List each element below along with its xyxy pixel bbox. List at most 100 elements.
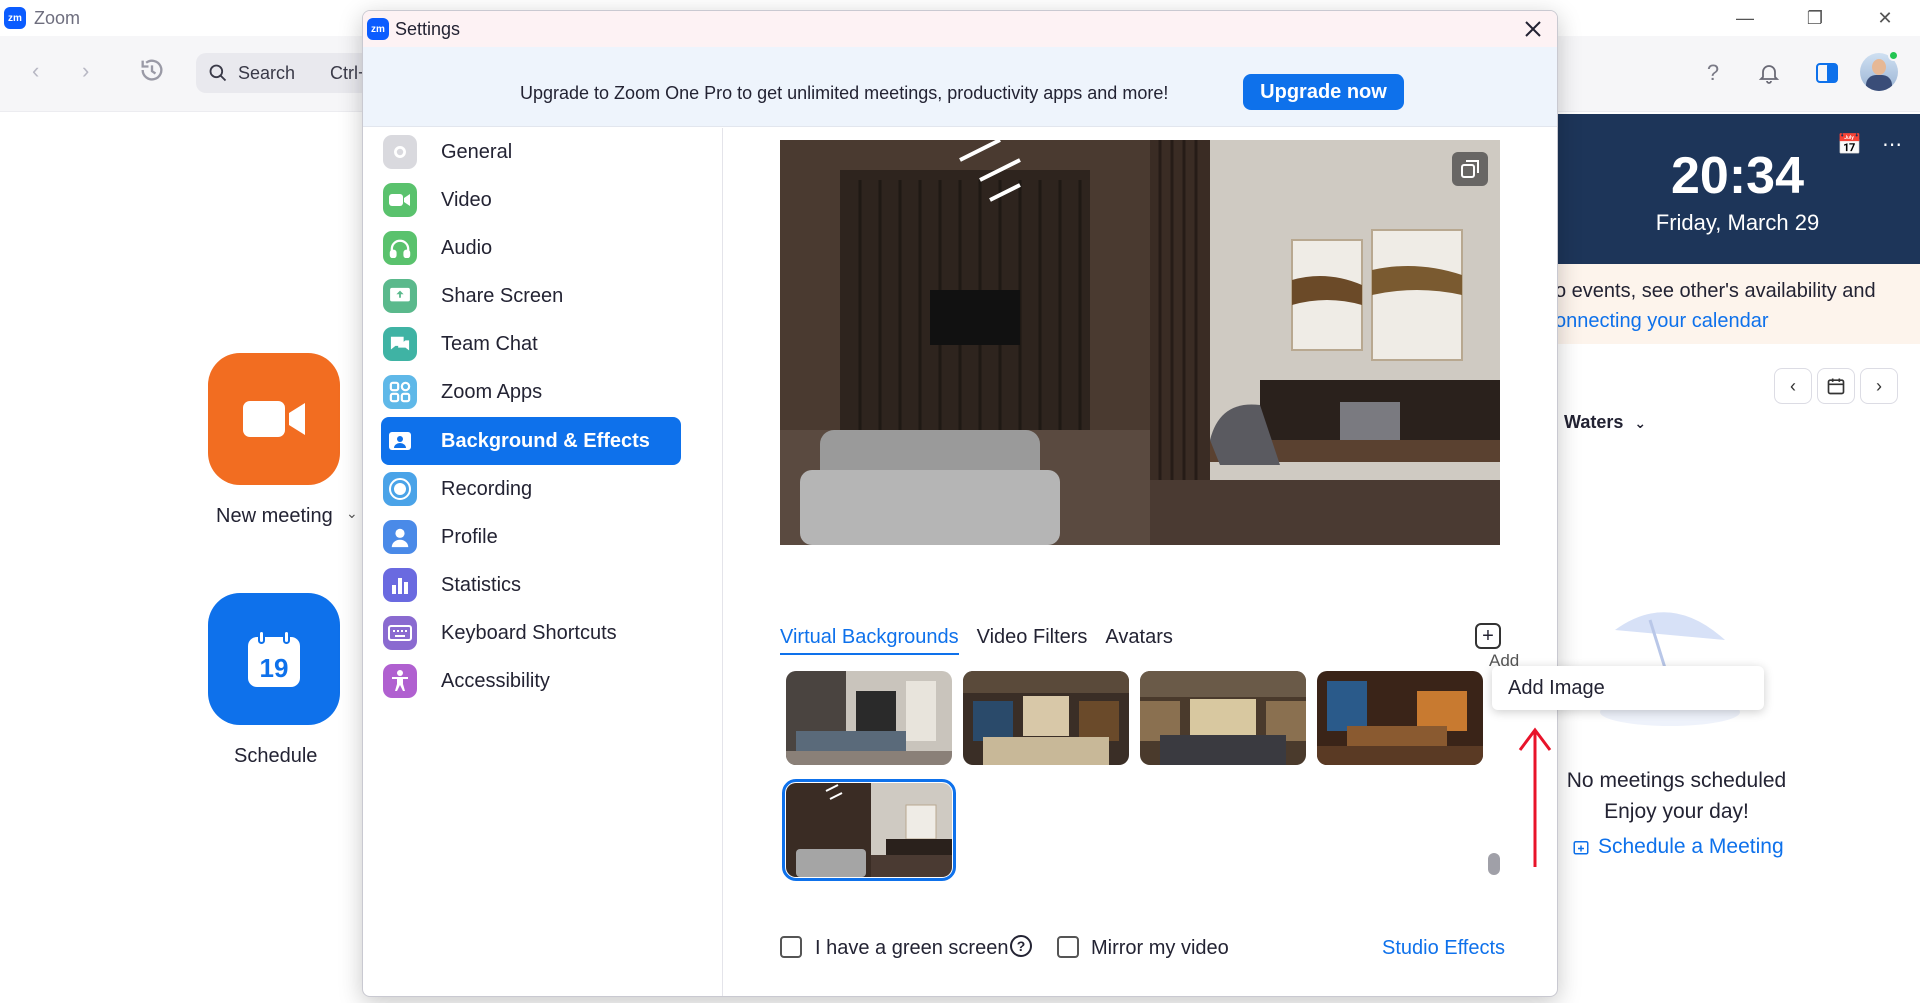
sidebar-item-label: Background & Effects bbox=[441, 429, 650, 452]
video-camera-icon bbox=[243, 401, 305, 437]
next-day-button[interactable]: › bbox=[1860, 368, 1898, 404]
tab-video-filters[interactable]: Video Filters bbox=[977, 626, 1088, 655]
zoom-logo-icon: zm bbox=[4, 7, 26, 29]
calendar-picker-button[interactable] bbox=[1817, 368, 1855, 404]
settings-titlebar: zm Settings bbox=[363, 11, 1557, 47]
settings-title: Settings bbox=[395, 18, 461, 39]
add-image-tooltip: Add Image bbox=[1485, 651, 1557, 667]
sidebar-item-label: Zoom Apps bbox=[441, 380, 543, 403]
room-preview-image bbox=[780, 140, 1500, 545]
add-image-menu-item[interactable]: Add Image bbox=[1508, 677, 1605, 700]
sidebar-item-label: Statistics bbox=[441, 573, 522, 596]
sidebar-item-background-effects[interactable]: Background & Effects bbox=[381, 417, 681, 465]
sidebar-item-audio[interactable]: Audio bbox=[381, 224, 681, 272]
profile-icon bbox=[383, 520, 417, 554]
green-screen-label: I have a green screen bbox=[815, 937, 1009, 959]
help-icon[interactable]: ? bbox=[1698, 58, 1728, 88]
record-icon bbox=[383, 472, 417, 506]
close-button[interactable]: ✕ bbox=[1850, 0, 1920, 36]
panel-toggle-icon[interactable] bbox=[1812, 58, 1842, 88]
sidebar-item-video[interactable]: Video bbox=[381, 176, 681, 224]
expand-preview-icon[interactable] bbox=[1452, 152, 1488, 186]
calendar-plus-icon bbox=[1573, 841, 1589, 855]
app-title: Zoom bbox=[34, 7, 81, 28]
beach-umbrella-icon bbox=[1600, 612, 1740, 726]
minimize-button[interactable]: — bbox=[1710, 0, 1780, 36]
green-screen-checkbox[interactable] bbox=[780, 936, 802, 958]
gear-icon bbox=[383, 135, 417, 169]
chat-icon bbox=[383, 327, 417, 361]
statistics-icon bbox=[383, 568, 417, 602]
calendar-user: Waters bbox=[1564, 412, 1624, 432]
add-image-menu: Add Image bbox=[1492, 666, 1764, 710]
mirror-video-checkbox[interactable] bbox=[1057, 936, 1079, 958]
apps-icon bbox=[383, 375, 417, 409]
add-image-button[interactable]: + bbox=[1475, 623, 1501, 649]
prev-day-button[interactable]: ‹ bbox=[1774, 368, 1812, 404]
sidebar-item-profile[interactable]: Profile bbox=[381, 513, 681, 561]
empty-title: No meetings scheduled bbox=[1566, 769, 1787, 792]
calendar-user-select[interactable]: Waters ⌄ bbox=[1564, 412, 1646, 433]
window-controls: — ❐ ✕ bbox=[1710, 0, 1920, 36]
background-thumbnail[interactable] bbox=[1317, 671, 1483, 765]
schedule-button[interactable]: 19 bbox=[208, 593, 340, 725]
background-tabs: Virtual Backgrounds Video Filters Avatar… bbox=[780, 626, 1173, 655]
tab-virtual-backgrounds[interactable]: Virtual Backgrounds bbox=[780, 626, 959, 655]
background-icon bbox=[383, 424, 417, 458]
new-meeting-button[interactable] bbox=[208, 353, 340, 485]
restore-button[interactable]: ❐ bbox=[1780, 0, 1850, 36]
upgrade-now-button[interactable]: Upgrade now bbox=[1243, 74, 1404, 110]
schedule-label: Schedule bbox=[234, 745, 318, 767]
clock-date: Friday, March 29 bbox=[1655, 210, 1820, 235]
sidebar-item-statistics[interactable]: Statistics bbox=[381, 561, 681, 609]
background-thumbnail[interactable] bbox=[1140, 671, 1306, 765]
accessibility-icon bbox=[383, 664, 417, 698]
mirror-video-label: Mirror my video bbox=[1091, 937, 1229, 959]
notice-text: o events, see other's availability and bbox=[1555, 280, 1876, 302]
history-icon[interactable] bbox=[138, 56, 166, 84]
background-thumbnail-selected[interactable] bbox=[782, 779, 956, 881]
connect-calendar-link[interactable]: onnecting your calendar bbox=[1555, 306, 1920, 336]
new-meeting-label: New meeting bbox=[216, 505, 333, 527]
sidebar-item-label: Recording bbox=[441, 477, 533, 500]
background-thumbnail[interactable] bbox=[786, 671, 952, 765]
headphones-icon bbox=[383, 231, 417, 265]
chevron-down-icon[interactable]: ⌄ bbox=[346, 505, 358, 522]
chevron-down-icon: ⌄ bbox=[1634, 415, 1647, 431]
sidebar-item-label: Accessibility bbox=[441, 669, 550, 692]
sidebar-item-recording[interactable]: Recording bbox=[381, 465, 681, 513]
sidebar-item-general[interactable]: General bbox=[381, 128, 681, 176]
settings-sidebar: General Video Audio Share Screen Team Ch… bbox=[363, 128, 723, 996]
clock-panel: 📅 ⋯ 20:34 Friday, March 29 bbox=[1555, 114, 1920, 264]
sidebar-item-label: Keyboard Shortcuts bbox=[441, 621, 617, 644]
calendar-icon: 19 bbox=[248, 630, 300, 687]
tab-avatars[interactable]: Avatars bbox=[1105, 626, 1172, 655]
share-screen-icon bbox=[383, 279, 417, 313]
schedule-meeting-label: Schedule a Meeting bbox=[1598, 835, 1784, 858]
thumbnail-scrollbar[interactable] bbox=[1488, 853, 1500, 875]
empty-subtitle: Enjoy your day! bbox=[1604, 800, 1749, 823]
sidebar-item-accessibility[interactable]: Accessibility bbox=[381, 657, 681, 705]
back-arrow-icon[interactable]: ‹ bbox=[32, 58, 39, 84]
studio-effects-link[interactable]: Studio Effects bbox=[1382, 937, 1505, 960]
bell-icon[interactable] bbox=[1754, 58, 1784, 88]
sidebar-item-label: Video bbox=[441, 188, 492, 211]
sidebar-item-share-screen[interactable]: Share Screen bbox=[381, 272, 681, 320]
sidebar-item-label: Audio bbox=[441, 236, 493, 259]
calendar-date: 19 bbox=[260, 653, 289, 683]
red-arrow-annotation bbox=[1518, 727, 1552, 867]
upgrade-text: Upgrade to Zoom One Pro to get unlimited… bbox=[520, 83, 1169, 103]
sidebar-item-zoom-apps[interactable]: Zoom Apps bbox=[381, 368, 681, 416]
sidebar-item-team-chat[interactable]: Team Chat bbox=[381, 320, 681, 368]
video-icon bbox=[383, 183, 417, 217]
sidebar-item-label: Team Chat bbox=[441, 332, 538, 355]
background-preview bbox=[780, 140, 1500, 545]
forward-arrow-icon[interactable]: › bbox=[82, 58, 89, 84]
settings-dialog: zm Settings Upgrade to Zoom One Pro to g… bbox=[362, 10, 1558, 997]
schedule-meeting-link[interactable]: Schedule a Meeting bbox=[1572, 835, 1784, 859]
close-icon[interactable] bbox=[1519, 15, 1547, 43]
calendar-icon bbox=[1827, 378, 1845, 395]
sidebar-item-keyboard-shortcuts[interactable]: Keyboard Shortcuts bbox=[381, 609, 681, 657]
help-icon[interactable]: ? bbox=[1010, 935, 1032, 957]
background-thumbnail[interactable] bbox=[963, 671, 1129, 765]
